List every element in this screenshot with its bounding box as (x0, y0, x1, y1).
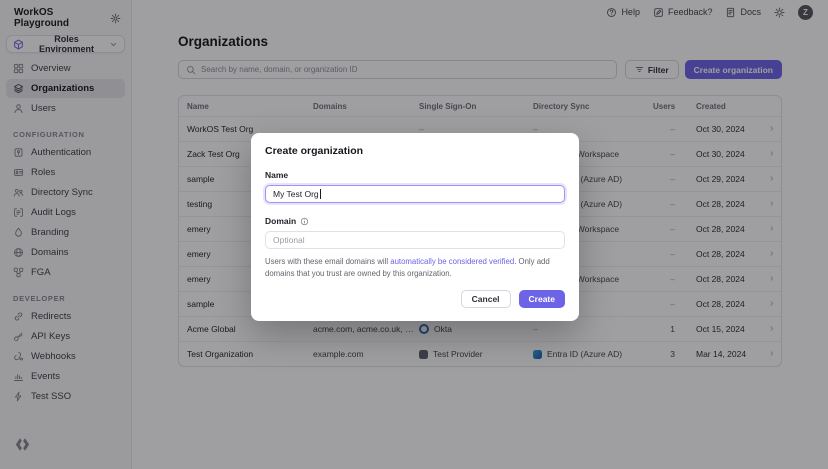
name-input-value: My Test Org (273, 189, 319, 199)
cancel-button[interactable]: Cancel (461, 290, 511, 308)
domain-label: Domain (265, 216, 565, 226)
modal-title: Create organization (265, 145, 565, 157)
domain-input[interactable]: Optional (265, 231, 565, 249)
app-root: WorkOS Playground Roles Environment Over… (0, 0, 828, 469)
domain-placeholder: Optional (273, 235, 305, 245)
create-organization-modal: Create organization Name My Test Org Dom… (251, 133, 579, 321)
modal-footer: Cancel Create (265, 290, 565, 308)
name-label: Name (265, 170, 565, 180)
text-caret (320, 189, 321, 199)
create-button[interactable]: Create (519, 290, 565, 308)
verified-link[interactable]: automatically be considered verified (390, 257, 514, 266)
info-icon[interactable] (300, 217, 309, 226)
name-input[interactable]: My Test Org (265, 185, 565, 203)
domain-helper-text: Users with these email domains will auto… (265, 256, 565, 279)
